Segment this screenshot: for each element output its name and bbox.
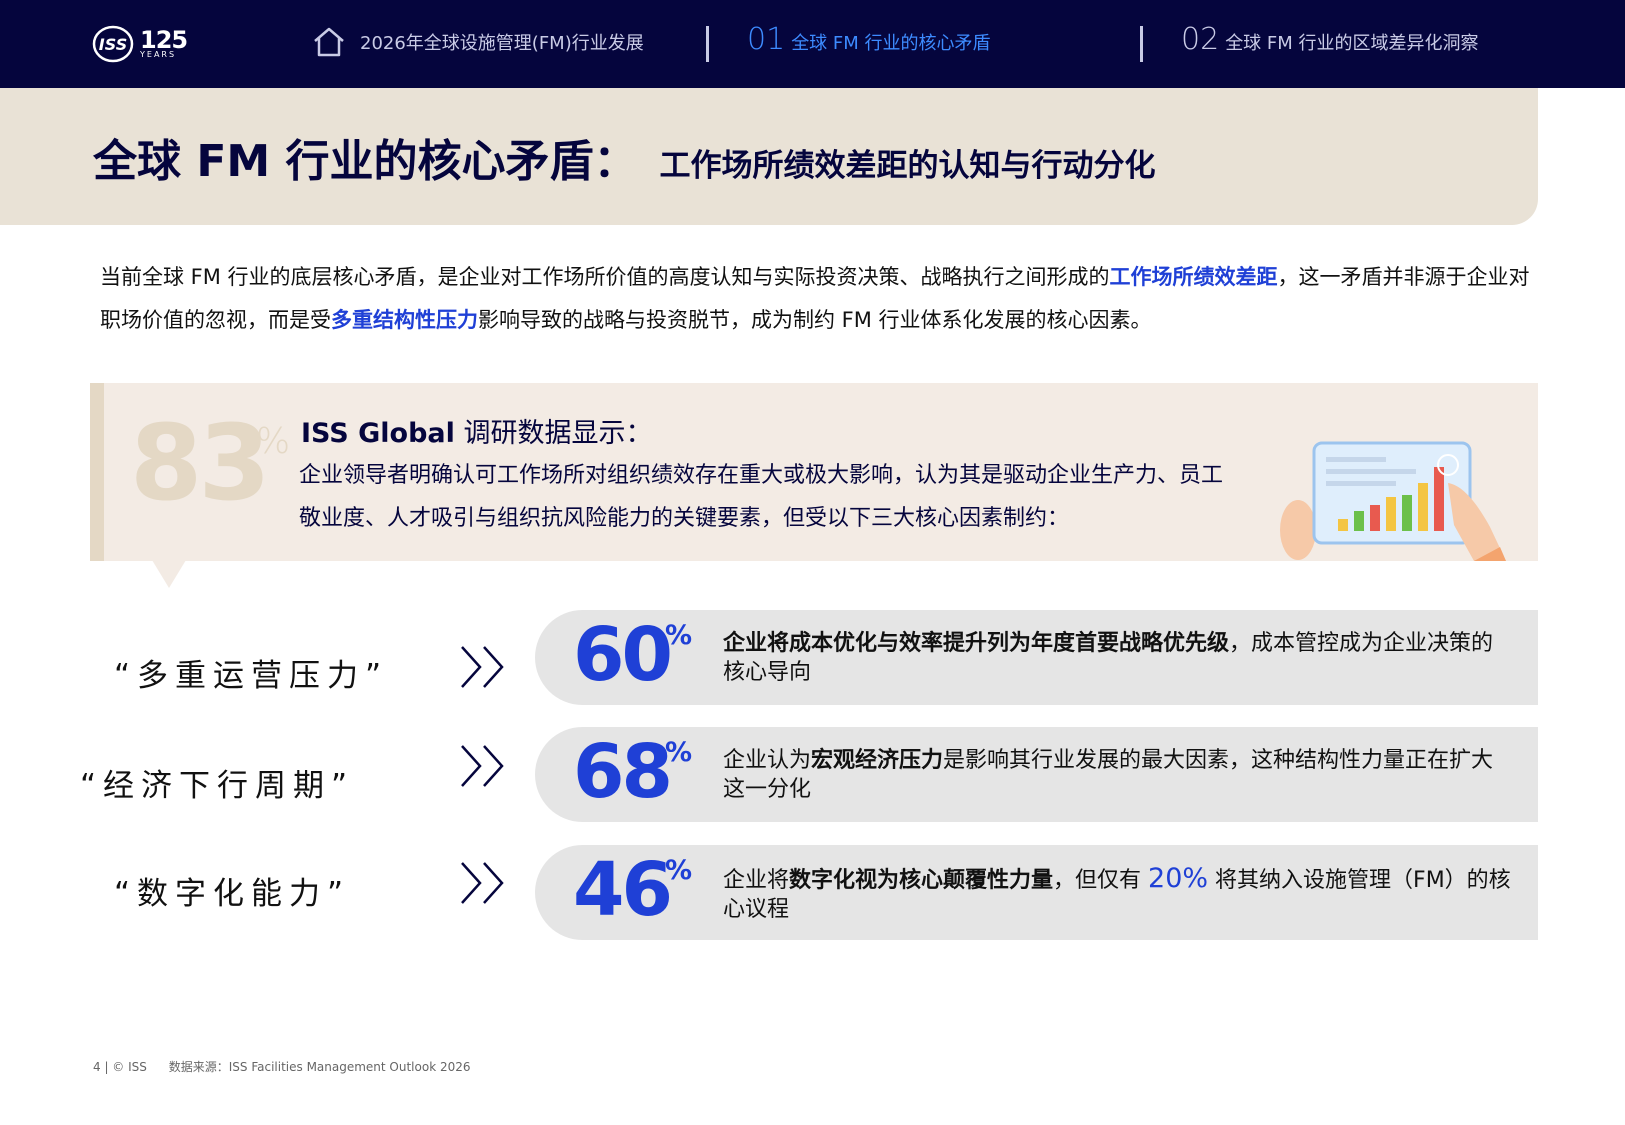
factor-label-economy: “经济下行周期” <box>80 768 355 804</box>
factor-value: 68 <box>573 729 673 815</box>
factor-text-bold: 企业将成本优化与效率提升列为年度首要战略优先级 <box>723 631 1230 656</box>
nav-tab-label: 全球 FM 行业的核心矛盾 <box>791 33 991 54</box>
factor-unit: % <box>665 737 693 768</box>
intro-highlight: 多重结构性压力 <box>331 308 478 332</box>
factor-label-operations: “多重运营压力” <box>114 658 389 694</box>
factor-value: 60 <box>573 612 673 698</box>
page-title-main: 全球 FM 行业的核心矛盾： <box>93 136 638 187</box>
footer-page-number: 4 | © ISS <box>93 1060 147 1074</box>
factor-text: ，但仅有 <box>1053 868 1149 893</box>
factor-description: 企业将数字化视为核心颠覆性力量，但仅有 20% 将其纳入设施管理（FM）的核心议… <box>723 864 1513 924</box>
factor-description: 企业认为宏观经济压力是影响其行业发展的最大因素，这种结构性力量正在扩大这一分化 <box>723 746 1513 804</box>
stat-value: 83 <box>130 402 271 524</box>
nav-divider <box>706 26 709 62</box>
factor-value: 46 <box>573 847 673 933</box>
stat-source-name: ISS Global <box>301 418 455 449</box>
factor-label-digital: “数字化能力” <box>114 876 351 912</box>
page-title: 全球 FM 行业的核心矛盾： 工作场所绩效差距的认知与行动分化 <box>93 125 1155 189</box>
tablet-chart-illustration-icon <box>1280 441 1506 561</box>
top-navigation-bar: ISS 125 YEARS 2026年全球设施管理(FM)行业发展 01 全球 … <box>0 0 1625 88</box>
iss-logo-text: ISS <box>99 35 127 54</box>
intro-text: 影响导致的战略与投资脱节，成为制约 FM 行业体系化发展的核心因素。 <box>478 308 1152 332</box>
factor-description: 企业将成本优化与效率提升列为年度首要战略优先级，成本管控成为企业决策的核心导向 <box>723 629 1513 687</box>
nav-tab-number: 01 <box>747 22 786 57</box>
logo-125: 125 <box>140 26 188 54</box>
double-chevron-right-icon <box>461 646 504 688</box>
title-band: 全球 FM 行业的核心矛盾： 工作场所绩效差距的认知与行动分化 <box>0 88 1538 225</box>
stat-unit: % <box>256 421 291 462</box>
factor-text-bold: 数字化视为核心颠覆性力量 <box>789 868 1054 893</box>
nav-tab-01[interactable]: 01 全球 FM 行业的核心矛盾 <box>747 22 991 57</box>
iss-125-logo[interactable]: ISS 125 YEARS <box>92 24 188 64</box>
factor-stat-row: 60 % 企业将成本优化与效率提升列为年度首要战略优先级，成本管控成为企业决策的… <box>535 610 1538 705</box>
footer-source: 数据来源：ISS Facilities Management Outlook 2… <box>168 1060 471 1074</box>
intro-text: 当前全球 FM 行业的底层核心矛盾，是企业对工作场所价值的高度认知与实际投资决策… <box>100 265 1110 289</box>
factor-unit: % <box>665 620 693 651</box>
double-chevron-right-icon <box>461 862 504 904</box>
stat-body: 企业领导者明确认可工作场所对组织绩效存在重大或极大影响，认为其是驱动企业生产力、… <box>299 463 1224 531</box>
nav-tab-02[interactable]: 02 全球 FM 行业的区域差异化洞察 <box>1181 22 1479 57</box>
intro-highlight: 工作场所绩效差距 <box>1109 265 1278 289</box>
factor-text: 企业将 <box>723 868 790 893</box>
page-footer: 4 | © ISS 数据来源：ISS Facilities Management… <box>93 1058 471 1075</box>
nav-home-label: 2026年全球设施管理(FM)行业发展 <box>360 33 644 54</box>
stat-panel-pointer <box>152 560 186 588</box>
factor-text-bold: 宏观经济压力 <box>811 748 944 773</box>
stat-source-rest: 调研数据显示： <box>454 418 653 449</box>
home-icon <box>314 27 344 57</box>
page-subtitle: 工作场所绩效差距的认知与行动分化 <box>659 148 1156 184</box>
factor-text: 企业认为 <box>723 748 812 773</box>
nav-divider <box>1140 26 1143 62</box>
intro-paragraph: 当前全球 FM 行业的底层核心矛盾，是企业对工作场所价值的高度认知与实际投资决策… <box>100 256 1540 342</box>
nav-tab-number: 02 <box>1181 22 1220 57</box>
double-chevron-right-icon <box>461 745 504 787</box>
nav-home-link[interactable]: 2026年全球设施管理(FM)行业发展 <box>312 26 644 58</box>
factor-stat-row: 68 % 企业认为宏观经济压力是影响其行业发展的最大因素，这种结构性力量正在扩大… <box>535 727 1538 822</box>
factor-stat-row: 46 % 企业将数字化视为核心颠覆性力量，但仅有 20% 将其纳入设施管理（FM… <box>535 845 1538 940</box>
stat-source: ISS Global 调研数据显示： <box>301 411 653 450</box>
nav-tab-label: 全球 FM 行业的区域差异化洞察 <box>1225 33 1479 54</box>
factor-text-highlight: 20% <box>1148 863 1209 894</box>
iss-logo-icon: ISS <box>92 25 134 63</box>
stat-callout-panel: 83 % ISS Global 调研数据显示： 企业领导者明确认可工作场所对组织… <box>90 383 1538 561</box>
factor-unit: % <box>665 855 693 886</box>
